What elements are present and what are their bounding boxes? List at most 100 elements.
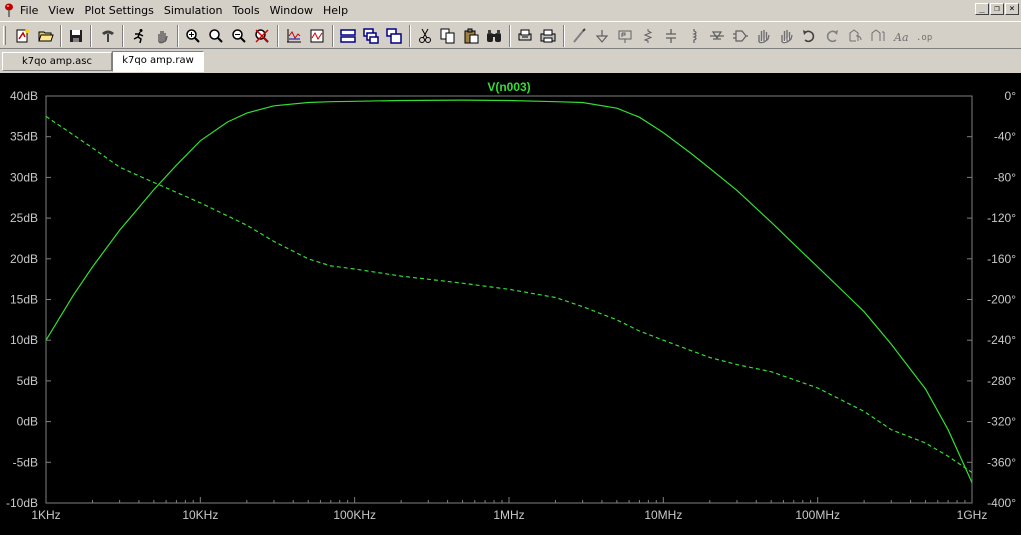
- y-right-tick-label: -360°: [987, 455, 1016, 469]
- mirror-icon[interactable]: [867, 25, 889, 47]
- zoom-area-icon[interactable]: [205, 25, 227, 47]
- magnitude-trace[interactable]: [45, 99, 973, 483]
- undo-icon[interactable]: [798, 25, 820, 47]
- paste-icon[interactable]: [460, 25, 482, 47]
- bode-plot[interactable]: V(n003) 40dB 35dB 30dB 25dB 20dB 15dB 10dB 5dB 0d…: [0, 73, 1021, 535]
- window-controls: _ ❐ ×: [975, 3, 1019, 15]
- y-left-tick-label: 10dB: [10, 333, 38, 347]
- toolbar-separator: [509, 25, 511, 47]
- x-tick-label: 10MHz: [644, 508, 682, 522]
- save-icon[interactable]: [65, 25, 87, 47]
- print-setup-icon[interactable]: [514, 25, 536, 47]
- spice-directive-icon[interactable]: .op: [913, 25, 935, 47]
- tile-horizontal-icon[interactable]: [337, 25, 359, 47]
- menu-tools[interactable]: Tools: [227, 0, 264, 21]
- control-panel-icon[interactable]: [97, 25, 119, 47]
- y-right-tick-label: -400°: [987, 496, 1016, 510]
- new-schematic-icon[interactable]: [12, 25, 34, 47]
- y-right-tick-label: -160°: [987, 252, 1016, 266]
- y-left-tick-label: 20dB: [10, 252, 38, 266]
- move-icon[interactable]: [752, 25, 774, 47]
- tab-k7qo-amp-asc[interactable]: k7qo amp.asc: [2, 52, 112, 71]
- copy-icon[interactable]: [437, 25, 459, 47]
- zoom-out-icon[interactable]: [228, 25, 250, 47]
- toolbar-separator: [277, 25, 279, 47]
- inductor-icon[interactable]: [683, 25, 705, 47]
- x-tick-label: 100MHz: [795, 508, 840, 522]
- svg-text:Aa: Aa: [893, 31, 909, 44]
- ltspice-app-icon[interactable]: [3, 3, 15, 17]
- x-tick-label: 1KHz: [31, 508, 60, 522]
- menu-help[interactable]: Help: [318, 0, 353, 21]
- y-left-tick-label: 0dB: [17, 415, 38, 429]
- y-right-tick-label: -80°: [994, 170, 1016, 184]
- tile-vertical-icon[interactable]: [383, 25, 405, 47]
- y-right-tick-label: 0°: [1005, 89, 1017, 103]
- menu-window[interactable]: Window: [265, 0, 318, 21]
- menu-items: File View Plot Settings Simulation Tools…: [17, 0, 353, 21]
- ltspice-window: File View Plot Settings Simulation Tools…: [0, 0, 1021, 535]
- label-net-icon[interactable]: [614, 25, 636, 47]
- menu-file[interactable]: File: [17, 0, 43, 21]
- add-trace-icon[interactable]: [306, 25, 328, 47]
- wire-icon[interactable]: [568, 25, 590, 47]
- y-right-tick-label: -320°: [987, 415, 1016, 429]
- svg-text:.op: .op: [916, 33, 932, 43]
- x-tick-label: 1GHz: [957, 508, 988, 522]
- find-icon[interactable]: [483, 25, 505, 47]
- ground-icon[interactable]: [591, 25, 613, 47]
- cascade-icon[interactable]: [360, 25, 382, 47]
- phase-trace[interactable]: [45, 115, 973, 473]
- tab-k7qo-amp-raw[interactable]: k7qo amp.raw: [112, 51, 204, 72]
- rotate-icon[interactable]: [844, 25, 866, 47]
- zoom-in-icon[interactable]: [182, 25, 204, 47]
- toolbar-separator: [177, 25, 179, 47]
- y-right-tick-label: -240°: [987, 333, 1016, 347]
- menu-view[interactable]: View: [43, 0, 79, 21]
- toolbar-separator: [122, 25, 124, 47]
- y-left-tick-label: 25dB: [10, 211, 38, 225]
- menu-plot-settings[interactable]: Plot Settings: [80, 0, 159, 21]
- tab-bar: k7qo amp.asc k7qo amp.raw: [0, 50, 1021, 72]
- toolbar-separator: [409, 25, 411, 47]
- drag-icon[interactable]: [775, 25, 797, 47]
- toolbar-separator: [90, 25, 92, 47]
- text-icon[interactable]: Aa: [890, 25, 912, 47]
- menu-bar: File View Plot Settings Simulation Tools…: [0, 0, 1021, 21]
- minimize-button[interactable]: _: [975, 3, 989, 15]
- close-button[interactable]: ×: [1005, 3, 1019, 15]
- y-left-tick-label: 40dB: [10, 89, 38, 103]
- x-tick-label: 1MHz: [493, 508, 524, 522]
- y-right-tick-label: -40°: [994, 130, 1016, 144]
- y-left-tick-label: 15dB: [10, 293, 38, 307]
- diode-icon[interactable]: [706, 25, 728, 47]
- toolbar-separator: [563, 25, 565, 47]
- y-left-tick-label: -5dB: [13, 455, 38, 469]
- y-right-tick-label: -200°: [987, 293, 1016, 307]
- toolbar: Aa .op: [0, 21, 1021, 49]
- y-left-tick-label: 35dB: [10, 130, 38, 144]
- trace-title[interactable]: V(n003): [487, 80, 530, 94]
- waveform-plot-pane[interactable]: V(n003) 40dB 35dB 30dB 25dB 20dB 15dB 10dB 5dB 0d…: [0, 73, 1021, 535]
- y-right-tick-label: -120°: [987, 211, 1016, 225]
- y-right-tick-label: -280°: [987, 374, 1016, 388]
- component-icon[interactable]: [729, 25, 751, 47]
- y-left-tick-label: 5dB: [17, 374, 38, 388]
- y-left-tick-label: 30dB: [10, 170, 38, 184]
- x-tick-label: 100KHz: [333, 508, 376, 522]
- print-icon[interactable]: [537, 25, 559, 47]
- redo-icon[interactable]: [821, 25, 843, 47]
- halt-icon[interactable]: [151, 25, 173, 47]
- toolbar-grip[interactable]: [3, 26, 6, 45]
- x-tick-label: 10KHz: [182, 508, 218, 522]
- zoom-cancel-icon[interactable]: [251, 25, 273, 47]
- cut-icon[interactable]: [414, 25, 436, 47]
- resistor-icon[interactable]: [637, 25, 659, 47]
- autorange-icon[interactable]: [283, 25, 305, 47]
- run-icon[interactable]: [128, 25, 150, 47]
- toolbar-separator: [332, 25, 334, 47]
- menu-simulation[interactable]: Simulation: [159, 0, 228, 21]
- open-icon[interactable]: [35, 25, 57, 47]
- capacitor-icon[interactable]: [660, 25, 682, 47]
- restore-button[interactable]: ❐: [990, 3, 1004, 15]
